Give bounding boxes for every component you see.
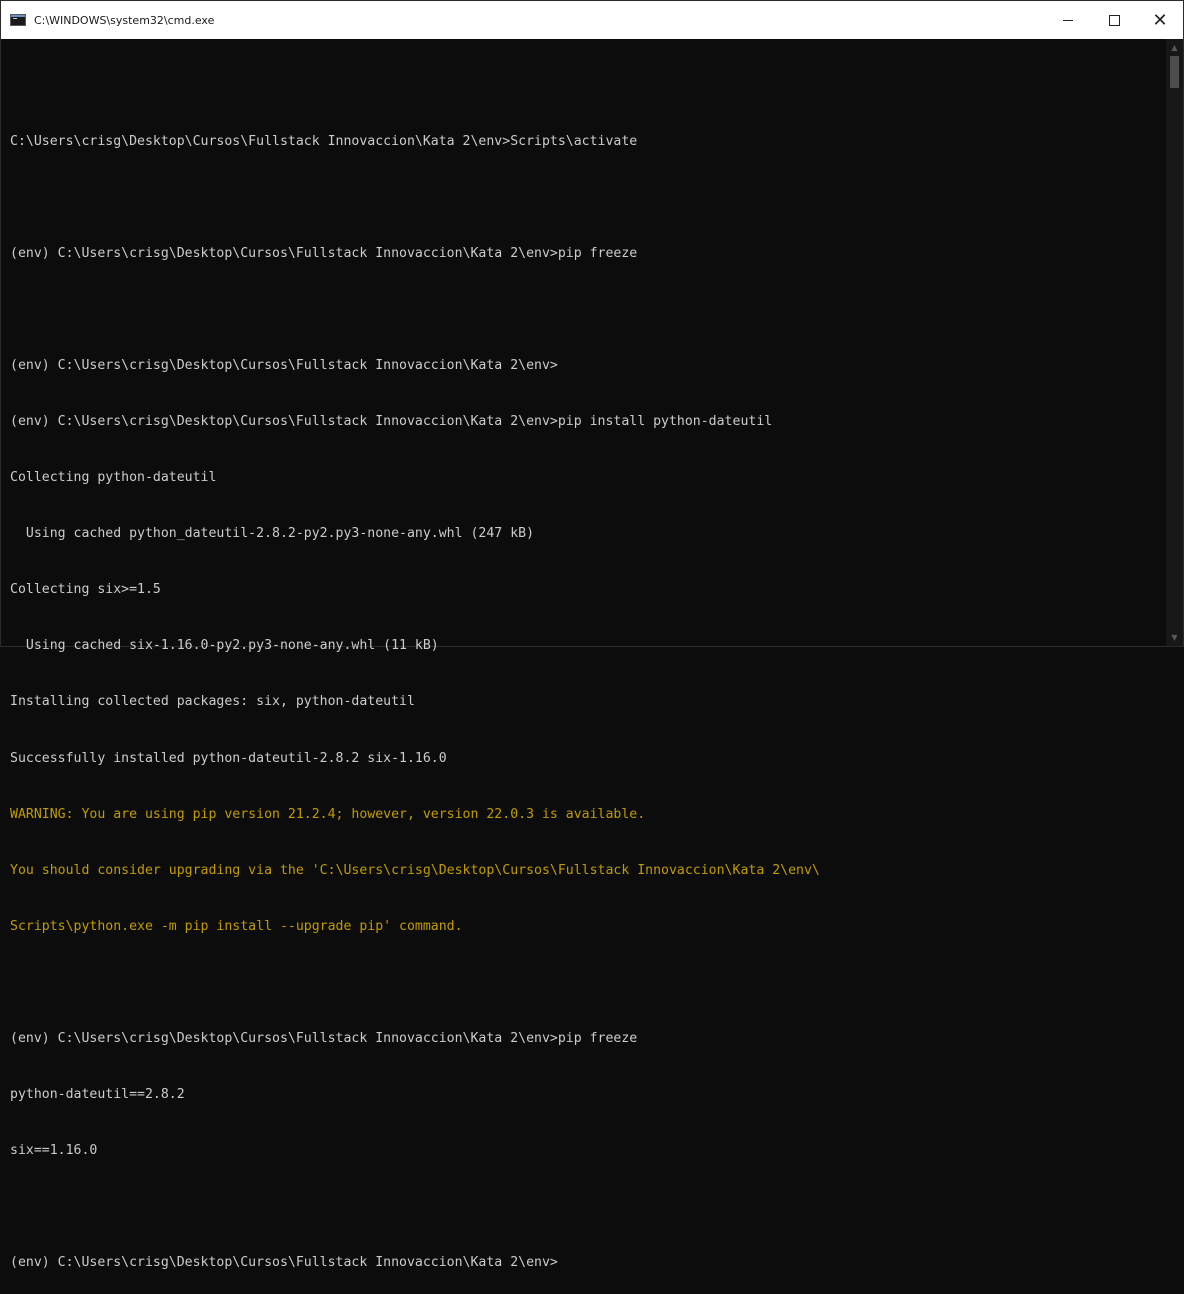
console-output[interactable]: C:\Users\crisg\Desktop\Cursos\Fullstack … [1, 39, 1167, 1271]
console-line: C:\Users\crisg\Desktop\Cursos\Fullstack … [10, 133, 638, 149]
cmd-window: C:\WINDOWS\system32\cmd.exe ✕ C:\Users\c… [0, 0, 1184, 1271]
close-icon: ✕ [1152, 9, 1168, 31]
cmd-app-icon[interactable] [10, 14, 26, 26]
title-bar[interactable]: C:\WINDOWS\system32\cmd.exe ✕ [1, 1, 1183, 39]
window-controls: ✕ [1045, 1, 1183, 39]
console-prompt[interactable]: (env) C:\Users\crisg\Desktop\Cursos\Full… [10, 1254, 1167, 1273]
console-line: Collecting python-dateutil [10, 470, 217, 486]
console-line: (env) C:\Users\crisg\Desktop\Cursos\Full… [10, 245, 638, 261]
warning-line: Scripts\python.exe -m pip install --upgr… [10, 918, 463, 934]
minimize-icon [1063, 19, 1073, 21]
console-line: Installing collected packages: six, pyth… [10, 694, 415, 710]
maximize-button[interactable] [1091, 1, 1137, 39]
vertical-scrollbar[interactable]: ▲ ▼ [1166, 39, 1183, 646]
maximize-icon [1108, 14, 1120, 26]
console-line: Using cached python_dateutil-2.8.2-py2.p… [10, 526, 535, 542]
console-line: Successfully installed python-dateutil-2… [10, 750, 447, 766]
warning-line: WARNING: You are using pip version 21.2.… [10, 806, 646, 822]
minimize-button[interactable] [1045, 1, 1091, 39]
console-line: python-dateutil==2.8.2 [10, 1087, 185, 1103]
window-title: C:\WINDOWS\system32\cmd.exe [34, 13, 215, 27]
scroll-up-icon[interactable]: ▲ [1166, 39, 1183, 56]
close-button[interactable]: ✕ [1137, 1, 1183, 39]
console-line: six==1.16.0 [10, 1143, 98, 1159]
warning-line: You should consider upgrading via the 'C… [10, 862, 820, 878]
scrollbar-thumb[interactable] [1170, 56, 1179, 88]
console-line: (env) C:\Users\crisg\Desktop\Cursos\Full… [10, 357, 558, 373]
scroll-down-icon[interactable]: ▼ [1166, 629, 1183, 646]
console-line: (env) C:\Users\crisg\Desktop\Cursos\Full… [10, 1031, 638, 1046]
console-line: Collecting six>=1.5 [10, 582, 161, 598]
console-line: (env) C:\Users\crisg\Desktop\Cursos\Full… [10, 413, 773, 429]
